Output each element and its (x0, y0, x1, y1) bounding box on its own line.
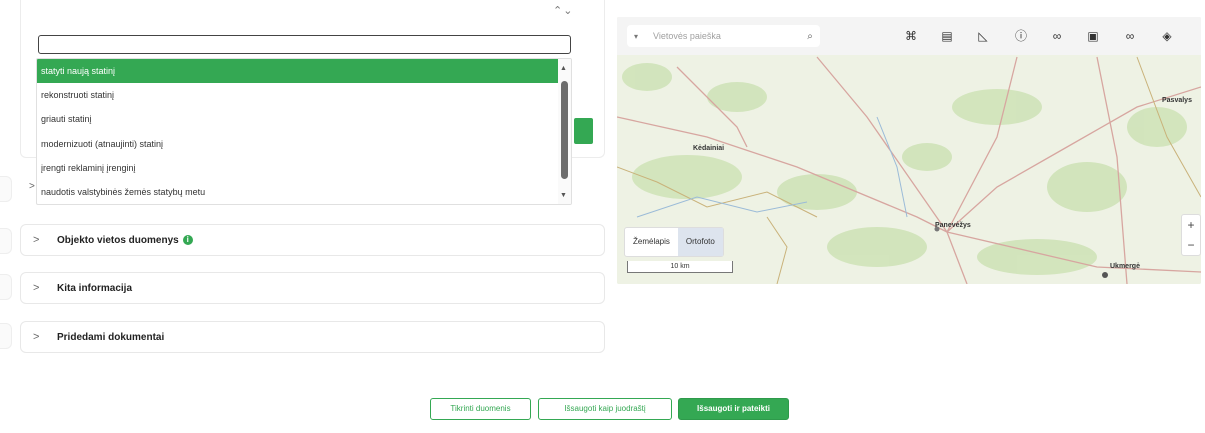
chevron-right-icon: > (33, 331, 40, 343)
section-kita-informacija[interactable]: > Kita informacija (20, 272, 605, 304)
row-gutter (0, 274, 12, 300)
dropdown-option[interactable]: įrengti reklaminį įrenginį (37, 156, 560, 180)
check-data-button[interactable]: Tikrinti duomenis (430, 398, 531, 420)
zoom-control: + − (1181, 214, 1201, 256)
zoom-out-button[interactable]: − (1182, 235, 1200, 255)
dropdown-scrollbar[interactable]: ▲ ▼ (558, 59, 571, 204)
map-label: Panevėžys (935, 222, 971, 229)
dropdown-option[interactable]: naudotis valstybinės žemės statybų metu (37, 180, 560, 204)
map-search-placeholder[interactable]: Vietovės paieška (645, 31, 800, 41)
dropdown-list[interactable]: statyti naują statinį rekonstruoti stati… (36, 58, 572, 205)
save-draft-button[interactable]: Išsaugoti kaip juodraštį (538, 398, 672, 420)
info-icon[interactable]: i (182, 235, 193, 245)
chevron-up-icon[interactable]: ⌃⌄ (553, 4, 573, 17)
info-icon[interactable]: ⓘ (1011, 26, 1031, 46)
map-label: Pasvalys (1162, 97, 1192, 104)
section-objekto-vietos[interactable]: > Objekto vietos duomenys i (20, 224, 605, 256)
row-gutter (0, 323, 12, 349)
tab-ortofoto[interactable]: Ortofoto (677, 228, 723, 256)
section-title: Kita informacija (57, 282, 133, 294)
link-icon[interactable]: ∞ (1047, 26, 1067, 46)
scale-bar: 10 km (627, 261, 733, 273)
map-label: Kėdainiai (693, 145, 725, 152)
add-button[interactable] (574, 118, 593, 144)
section-pridedami-dokumentai[interactable]: > Pridedami dokumentai (20, 321, 605, 353)
chain-icon[interactable]: ∞ (1120, 26, 1140, 46)
section-title: Objekto vietos duomenys (57, 234, 179, 246)
scroll-down-icon[interactable]: ▼ (560, 192, 567, 199)
layers-icon[interactable]: ◈ (1157, 26, 1177, 46)
dropdown-option[interactable]: statyti naują statinį (37, 59, 560, 84)
row-gutter (0, 228, 12, 254)
map-toolbar: ▾ Vietovės paieška ⌕ ⌘ ▤ ◺ ⓘ ∞ ▣ ∞ ◈ (617, 17, 1201, 55)
row-gutter (0, 176, 12, 202)
document-icon[interactable]: ▤ (937, 26, 957, 46)
dropdown-option[interactable]: rekonstruoti statinį (37, 83, 560, 107)
map-label: Ukmergė (1110, 263, 1140, 270)
save-submit-button[interactable]: Išsaugoti ir pateikti (678, 398, 789, 420)
dropdown-search-input[interactable] (38, 35, 571, 54)
scroll-up-icon[interactable]: ▲ (560, 65, 567, 72)
dropdown-option[interactable]: modernizuoti (atnaujinti) statinį (37, 132, 560, 156)
scrollbar-thumb[interactable] (561, 81, 568, 179)
dropdown-option[interactable]: griauti statinį (37, 107, 560, 131)
chevron-down-icon[interactable]: ▾ (627, 32, 645, 41)
basemap-switch: Žemėlapis Ortofoto (624, 227, 724, 257)
tab-zemelapis[interactable]: Žemėlapis (625, 228, 678, 256)
measure-icon[interactable]: ⌘ (901, 26, 921, 46)
map-search-field[interactable]: ▾ Vietovės paieška ⌕ (627, 25, 820, 47)
area-icon[interactable]: ◺ (973, 26, 993, 46)
zoom-in-button[interactable]: + (1182, 215, 1200, 235)
chevron-right-icon: > (33, 282, 40, 294)
chevron-right-icon[interactable]: > (29, 181, 35, 192)
chevron-right-icon: > (33, 234, 40, 246)
page: ⌃⌄ statyti naują statinį rekonstruoti st… (0, 0, 1205, 433)
map-view[interactable]: Kėdainiai Panevėžys Pasvalys Ukmergė ▾ V… (617, 17, 1201, 284)
export-icon[interactable]: ▣ (1083, 26, 1103, 46)
search-icon[interactable]: ⌕ (800, 31, 820, 42)
section-title: Pridedami dokumentai (57, 331, 165, 343)
